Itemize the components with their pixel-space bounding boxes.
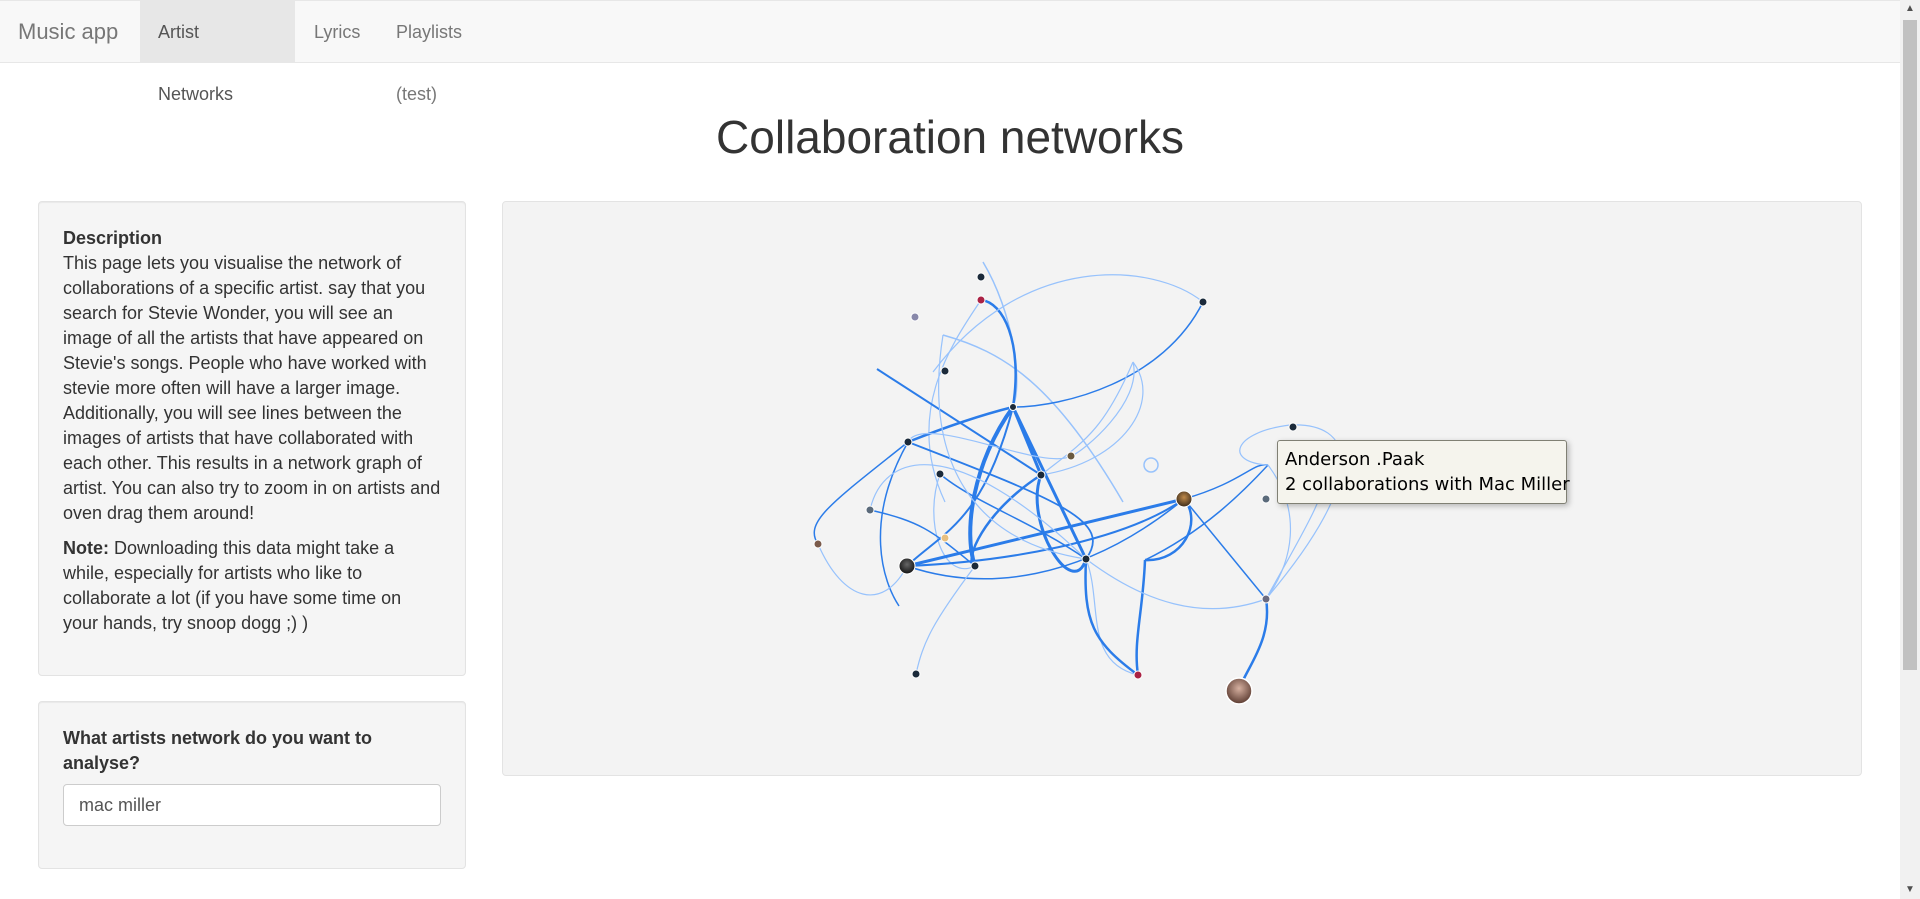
artist-node [940,366,950,376]
artist-node [1288,422,1298,432]
artist-node [910,312,920,322]
description-body: This page lets you visualise the network… [63,253,441,523]
artist-node [1009,403,1017,411]
node-tooltip: Anderson .Paak 2 collaborations with Mac… [1277,440,1570,504]
artist-node [1066,451,1076,461]
artist-node [935,469,945,479]
search-panel: What artists network do you want to anal… [38,701,466,869]
tab-lyrics[interactable]: Lyrics [296,1,376,63]
artist-node [813,539,823,549]
artist-node [970,561,980,571]
network-nodes[interactable] [813,272,1298,705]
top-navbar: Music app Artist Networks Lyrics Playlis… [0,0,1900,104]
artist-node [1261,594,1271,604]
note-paragraph: Note: Downloading this data might take a… [63,536,441,636]
artist-node [976,295,986,305]
network-edges [813,261,1343,692]
tooltip-collaboration-count: 2 collaborations with Mac Miller [1285,474,1570,495]
artist-node [1198,297,1208,307]
artist-node [976,272,986,282]
note-label: Note: [63,538,109,558]
app-brand[interactable]: Music app [18,1,118,63]
artist-search-input[interactable] [63,784,441,826]
tooltip-artist-name: Anderson .Paak [1285,449,1425,470]
artist-node [1133,670,1143,680]
tab-playlists[interactable]: Playlists (test) [378,1,523,104]
artist-node [1261,494,1271,504]
network-graph[interactable] [503,202,1861,775]
artist-node [1225,677,1253,705]
scroll-down-icon[interactable]: ▼ [1900,881,1920,899]
artist-node [1175,490,1193,508]
description-panel: Description This page lets you visualise… [38,201,466,676]
network-canvas[interactable] [502,201,1862,776]
artist-node [1143,457,1159,473]
artist-node [903,437,913,447]
description-heading: Description [63,228,163,248]
artist-node [940,533,950,543]
artist-node [1036,470,1046,480]
scroll-thumb[interactable] [1903,20,1917,670]
tab-artist-networks[interactable]: Artist Networks [140,1,295,104]
artist-node [898,557,916,575]
scroll-up-icon[interactable]: ▲ [1900,0,1920,18]
page-title: Collaboration networks [716,111,1184,163]
artist-node [911,669,921,679]
search-label: What artists network do you want to anal… [63,728,373,773]
artist-node [865,505,875,515]
page-scrollbar[interactable]: ▲ ▼ [1900,0,1920,899]
note-body: Downloading this data might take a while… [63,538,402,633]
artist-node [1081,554,1091,564]
